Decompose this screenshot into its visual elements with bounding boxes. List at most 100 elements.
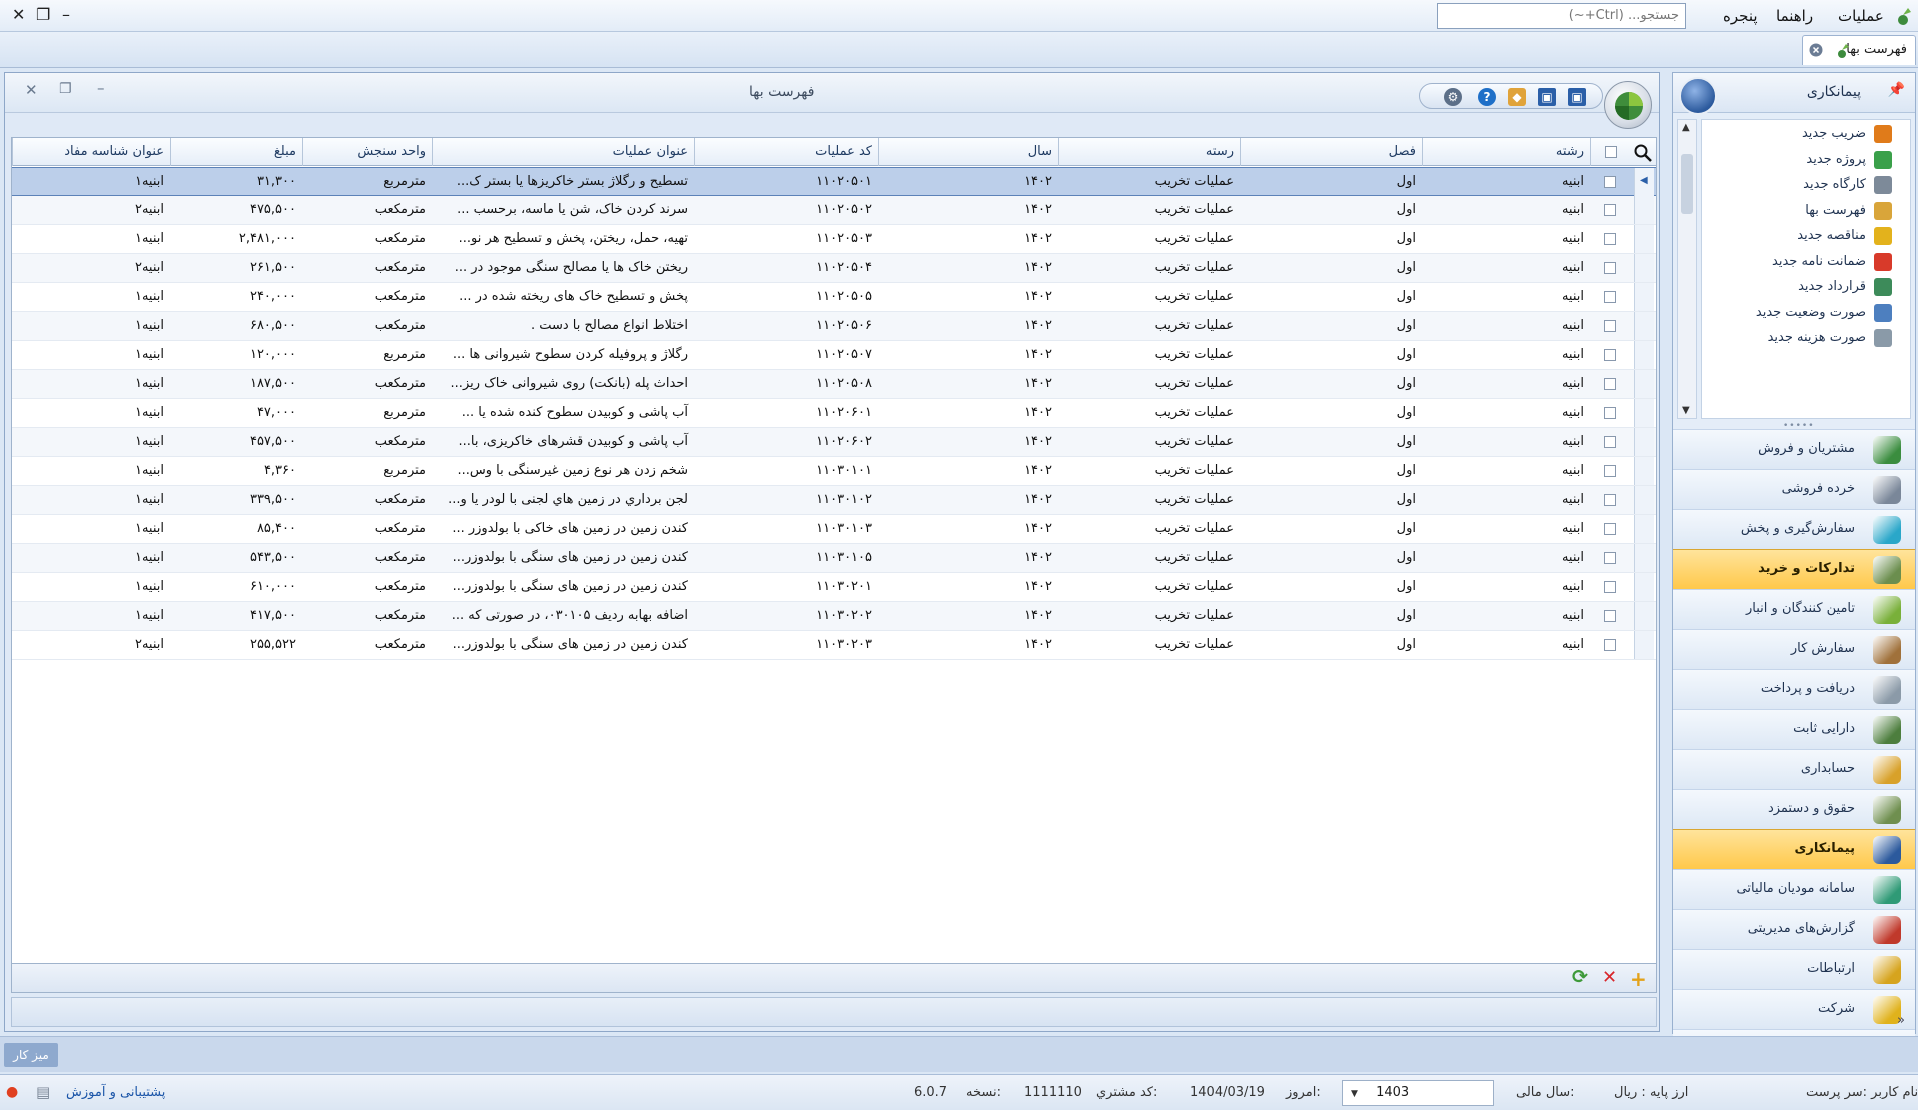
search-icon[interactable] [1634,144,1652,162]
row-checkbox[interactable] [1604,639,1616,651]
table-row[interactable]: ابنیه اول عملیات تخریب ۱۴۰۲ ۱۱۰۲۰۶۰۱ آب پاشی … [12,399,1656,428]
row-indicator[interactable] [1634,515,1654,543]
nav-link-5[interactable]: ضمانت نامه جدید [1772,254,1866,269]
col-header-discipline[interactable]: رشته [1422,138,1590,166]
add-row-icon[interactable]: + [1630,967,1647,991]
row-checkbox[interactable] [1604,204,1616,216]
table-row[interactable]: ابنیه اول عملیات تخریب ۱۴۰۲ ۱۱۰۲۰۵۰۷ رگلاژ و … [12,341,1656,370]
table-row[interactable]: ابنیه اول عملیات تخریب ۱۴۰۲ ۱۱۰۳۰۲۰۲ اضافه به… [12,602,1656,631]
col-header-amount[interactable]: مبلغ [170,138,302,166]
module-item[interactable]: خرده فروشی [1673,469,1915,509]
row-indicator[interactable] [1634,428,1654,456]
row-indicator[interactable] [1634,544,1654,572]
restore-app-icon[interactable]: ❐ [36,5,50,24]
expand-panel-icon[interactable]: » [1897,1013,1905,1028]
row-indicator[interactable] [1634,196,1654,224]
menu-operations[interactable]: عملیات [1838,7,1884,25]
module-item[interactable]: گزارش‌های مدیریتی [1673,909,1915,949]
col-header-operation-title[interactable]: عنوان عملیات [432,138,694,166]
row-checkbox[interactable] [1604,581,1616,593]
table-row[interactable]: ابنیه اول عملیات تخریب ۱۴۰۲ ۱۱۰۳۰۱۰۲ لجن بردا… [12,486,1656,515]
row-indicator[interactable] [1634,457,1654,485]
close-tab-icon[interactable] [1809,43,1823,57]
table-row[interactable]: ابنیه اول عملیات تخریب ۱۴۰۲ ۱۱۰۲۰۵۰۳ تهیه، حم… [12,225,1656,254]
table-row[interactable]: ابنیه اول عملیات تخریب ۱۴۰۲ ۱۱۰۲۰۶۰۲ آب پاشی … [12,428,1656,457]
pin-icon[interactable]: 📌 [1888,82,1905,98]
table-row[interactable]: ابنیه اول عملیات تخریب ۱۴۰۲ ۱۱۰۳۰۲۰۱ کندن زمی… [12,573,1656,602]
window-minimize-icon[interactable]: – [97,79,105,97]
row-checkbox[interactable] [1604,610,1616,622]
module-item[interactable]: حقوق و دستمزد [1673,789,1915,829]
nav-link-4[interactable]: مناقصه جدید [1797,228,1866,243]
table-row[interactable]: ابنیه اول عملیات تخریب ۱۴۰۲ ۱۱۰۳۰۱۰۱ شخم زدن … [12,457,1656,486]
nav-link-7[interactable]: صورت وضعیت جدید [1756,305,1866,320]
col-header-chapter[interactable]: فصل [1240,138,1422,166]
row-indicator[interactable] [1634,370,1654,398]
wrench-icon[interactable]: ⚙ [1444,88,1462,106]
table-row[interactable]: ابنیه اول عملیات تخریب ۱۴۰۲ ۱۱۰۲۰۵۰۸ احداث پل… [12,370,1656,399]
table-row[interactable]: ابنیه اول عملیات تخریب ۱۴۰۲ ۱۱۰۳۰۱۰۵ کندن زمی… [12,544,1656,573]
row-checkbox[interactable] [1604,262,1616,274]
database-icon[interactable]: ▤ [36,1083,50,1101]
row-checkbox[interactable] [1604,523,1616,535]
row-indicator[interactable] [1634,602,1654,630]
module-item[interactable]: دریافت و پرداخت [1673,669,1915,709]
row-checkbox[interactable] [1604,494,1616,506]
module-item[interactable]: حسابداری [1673,749,1915,789]
row-indicator[interactable] [1634,225,1654,253]
module-item[interactable]: سفارش کار [1673,629,1915,669]
desk-button[interactable]: میز کار [4,1043,58,1067]
window-restore-icon[interactable]: ❐ [59,81,72,97]
refresh-icon[interactable]: ⟳ [1572,966,1588,988]
col-header-unit[interactable]: واحد سنجش [302,138,432,166]
support-link[interactable]: پشتیبانی و آموزش [66,1085,165,1100]
nav-link-6[interactable]: قرارداد جدید [1798,279,1866,294]
module-item[interactable]: مشتریان و فروش [1673,429,1915,469]
help-icon[interactable]: ? [1478,88,1496,106]
row-indicator[interactable] [1634,486,1654,514]
module-item[interactable]: سفارش‌گیری و پخش [1673,509,1915,549]
row-checkbox[interactable] [1604,349,1616,361]
minimize-app-icon[interactable]: – [62,5,70,24]
row-indicator[interactable] [1634,312,1654,340]
module-item[interactable]: شرکت [1673,989,1915,1029]
module-item[interactable]: ارتباطات [1673,949,1915,989]
close-app-icon[interactable]: ✕ [12,5,25,24]
module-item[interactable]: تدارکات و خرید [1673,549,1915,589]
row-indicator[interactable] [1634,254,1654,282]
nav-scrollbar[interactable]: ▲ ▼ [1677,119,1697,419]
table-row[interactable]: ابنیه اول عملیات تخریب ۱۴۰۲ ۱۱۰۲۰۵۰۵ پخش و تس… [12,283,1656,312]
menu-window[interactable]: پنجره [1723,7,1758,25]
row-checkbox[interactable] [1604,407,1616,419]
nav-link-3[interactable]: فهرست بها [1805,203,1866,218]
scroll-thumb[interactable] [1681,154,1693,214]
row-indicator[interactable]: ◀ [1634,168,1654,196]
nav-link-2[interactable]: کارگاه جدید [1803,177,1866,192]
nav-link-1[interactable]: پروژه جدید [1806,152,1866,167]
col-header-clause-id[interactable]: عنوان شناسه مفاد [12,138,170,166]
save-icon[interactable]: ▣ [1568,88,1586,106]
module-item[interactable]: تامین کنندگان و انبار [1673,589,1915,629]
col-header-year[interactable]: سال [878,138,1058,166]
notification-icon[interactable]: ● [6,1084,18,1100]
nav-link-8[interactable]: صورت هزینه جدید [1768,330,1866,345]
select-all-checkbox[interactable] [1605,146,1617,158]
row-checkbox[interactable] [1604,233,1616,245]
table-row[interactable]: ابنیه اول عملیات تخریب ۱۴۰۲ ۱۱۰۳۰۱۰۳ کندن زمی… [12,515,1656,544]
search-input[interactable]: جستجو... (Ctrl+~) [1437,3,1686,29]
row-checkbox[interactable] [1604,436,1616,448]
module-item[interactable]: سامانه مودیان مالیاتی [1673,869,1915,909]
nav-link-0[interactable]: ضریب جدید [1802,126,1866,141]
row-checkbox[interactable] [1604,291,1616,303]
module-item[interactable]: دارایی ثابت [1673,709,1915,749]
menu-help[interactable]: راهنما [1776,7,1813,25]
row-indicator[interactable] [1634,631,1654,659]
table-row[interactable]: ابنیه اول عملیات تخریب ۱۴۰۲ ۱۱۰۲۰۵۰۲ سرند کرد… [12,196,1656,225]
row-checkbox[interactable] [1604,465,1616,477]
window-close-icon[interactable]: ✕ [25,81,38,99]
row-checkbox[interactable] [1604,320,1616,332]
row-checkbox[interactable] [1604,552,1616,564]
table-row[interactable]: ◀ ابنیه اول عملیات تخریب ۱۴۰۲ ۱۱۰۲۰۵۰۱ تسطیح و… [12,167,1656,196]
tab-price-list[interactable]: فهرست بها [1802,35,1916,65]
table-row[interactable]: ابنیه اول عملیات تخریب ۱۴۰۲ ۱۱۰۳۰۲۰۳ کندن زمی… [12,631,1656,660]
